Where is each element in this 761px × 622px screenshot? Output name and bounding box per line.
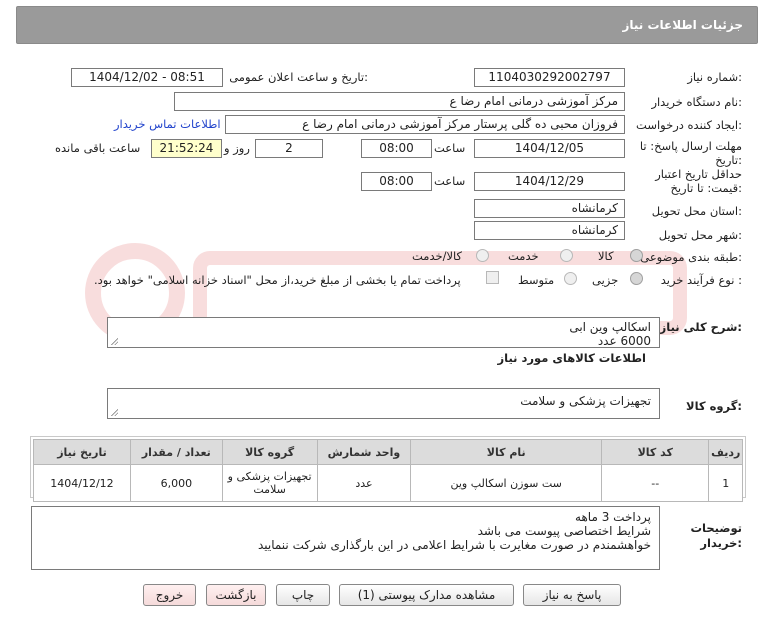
cell-row: 1: [708, 464, 743, 502]
announce-field: 1404/12/02 - 08:51: [71, 68, 223, 87]
treasury-note: پرداخت تمام یا بخشی از مبلغ خرید،از محل …: [94, 273, 461, 287]
validity-time-field: 08:00: [361, 172, 432, 191]
cell-code: --: [601, 464, 710, 502]
deadline-label: مهلت ارسال پاسخ: تا: [639, 139, 742, 153]
goods-section-title: اطلاعات کالاهای مورد نیاز: [497, 351, 646, 365]
col-code: کد کالا: [601, 439, 710, 465]
process-label: نوع فرآیند خرید :: [660, 273, 742, 287]
description-textarea[interactable]: اسکالپ وین ابی 6000 عدد: [107, 317, 660, 348]
requester-label: ایجاد کننده درخواست:: [636, 118, 742, 132]
col-date: تاریخ نیاز: [33, 439, 131, 465]
requester-field: فروزان محبی ده گلی پرستار مرکز آموزشی در…: [225, 115, 625, 134]
process-option-medium: متوسط: [518, 273, 555, 287]
resize-grip-icon[interactable]: [110, 337, 118, 345]
buyer-notes-line-1: پرداخت 3 ماهه: [575, 510, 651, 524]
print-button[interactable]: چاپ: [276, 584, 330, 606]
announce-label: تاریخ و ساعت اعلان عمومی:: [229, 70, 368, 84]
back-button[interactable]: بازگشت: [206, 584, 266, 606]
category-radio-goods[interactable]: [630, 249, 643, 262]
goods-group-value: تجهیزات پزشکی و سلامت: [520, 394, 651, 408]
buyer-org-label: نام دستگاه خریدار:: [651, 95, 742, 109]
category-radio-goods-service[interactable]: [476, 249, 489, 262]
validity-time-label: ساعت: [434, 174, 466, 188]
remaining-time-field: 21:52:24: [151, 139, 222, 158]
buyer-notes-line-2: شرایط اختصاصی پیوست می باشد: [477, 524, 651, 538]
deadline-time-field: 08:00: [361, 139, 432, 158]
validity-label-2: قیمت: تا تاریخ:: [670, 181, 742, 195]
cell-group: تجهیزات پزشکی و سلامت: [221, 464, 318, 502]
cell-unit: عدد: [316, 464, 412, 502]
category-option-service: خدمت: [508, 249, 539, 263]
buyer-notes-line-3: خواهشمندم در صورت مغایرت با شرایط اعلامی…: [257, 538, 651, 552]
category-label: طبقه بندی موضوعی:: [640, 250, 742, 264]
description-line-2: 6000 عدد: [597, 334, 651, 348]
category-radio-service[interactable]: [560, 249, 573, 262]
deadline-time-label: ساعت: [434, 141, 466, 155]
need-number-field: 1104030292002797: [474, 68, 625, 87]
process-radio-medium[interactable]: [564, 272, 577, 285]
view-attachments-button[interactable]: مشاهده مدارک پیوستی (1): [339, 584, 514, 606]
col-qty: تعداد / مقدار: [129, 439, 223, 465]
validity-label: حداقل تاریخ اعتبار: [655, 167, 742, 181]
city-field: کرمانشاه: [474, 221, 625, 240]
col-unit: واحد شمارش: [316, 439, 412, 465]
buyer-contact-link[interactable]: اطلاعات تماس خریدار: [114, 117, 221, 131]
col-name: نام کالا: [410, 439, 603, 465]
page-header: جزئیات اطلاعات نیاز: [16, 6, 758, 44]
cell-qty: 6,000: [129, 464, 223, 502]
days-label: روز و: [224, 141, 250, 155]
validity-date-field: 1404/12/29: [474, 172, 625, 191]
buyer-org-field: مرکز آموزشی درمانی امام رضا ع: [174, 92, 625, 111]
table-row: 1 -- ست سوزن اسکالپ وین عدد تجهیزات پزشک…: [33, 464, 743, 502]
cell-name: ست سوزن اسکالپ وین: [410, 464, 603, 502]
description-line-1: اسکالپ وین ابی: [569, 320, 651, 334]
province-label: استان محل تحویل:: [651, 204, 742, 218]
col-row: ردیف: [708, 439, 743, 465]
deadline-date-field: 1404/12/05: [474, 139, 625, 158]
deadline-label-2: تاریخ:: [715, 153, 742, 167]
process-option-minor: جزیی: [592, 273, 619, 287]
city-label: شهر محل تحویل:: [658, 228, 742, 242]
items-table: ردیف کد کالا نام کالا واحد شمارش گروه کا…: [33, 439, 743, 502]
goods-group-label: گروه کالا:: [686, 399, 742, 413]
reply-button[interactable]: پاسخ به نیاز: [523, 584, 621, 606]
page-title: جزئیات اطلاعات نیاز: [622, 18, 743, 32]
exit-button[interactable]: خروج: [143, 584, 196, 606]
category-option-goods: کالا: [598, 249, 614, 263]
cell-date: 1404/12/12: [33, 464, 131, 502]
category-option-goods-service: کالا/خدمت: [412, 249, 463, 263]
description-label: شرح کلی نیاز:: [659, 320, 742, 334]
process-radio-minor[interactable]: [630, 272, 643, 285]
days-field: 2: [255, 139, 323, 158]
remaining-label: ساعت باقی مانده: [55, 141, 141, 155]
resize-grip-icon[interactable]: [110, 408, 118, 416]
col-group: گروه کالا: [221, 439, 318, 465]
need-number-label: شماره نیاز:: [687, 70, 742, 84]
province-field: کرمانشاه: [474, 199, 625, 218]
goods-group-textarea[interactable]: تجهیزات پزشکی و سلامت: [107, 388, 660, 419]
buyer-notes-label-2: خریدار:: [700, 536, 742, 550]
buyer-notes-label: توضیحات: [690, 521, 743, 535]
buyer-notes-textarea[interactable]: پرداخت 3 ماهه شرایط اختصاصی پیوست می باش…: [31, 506, 660, 570]
treasury-checkbox[interactable]: [486, 271, 499, 284]
